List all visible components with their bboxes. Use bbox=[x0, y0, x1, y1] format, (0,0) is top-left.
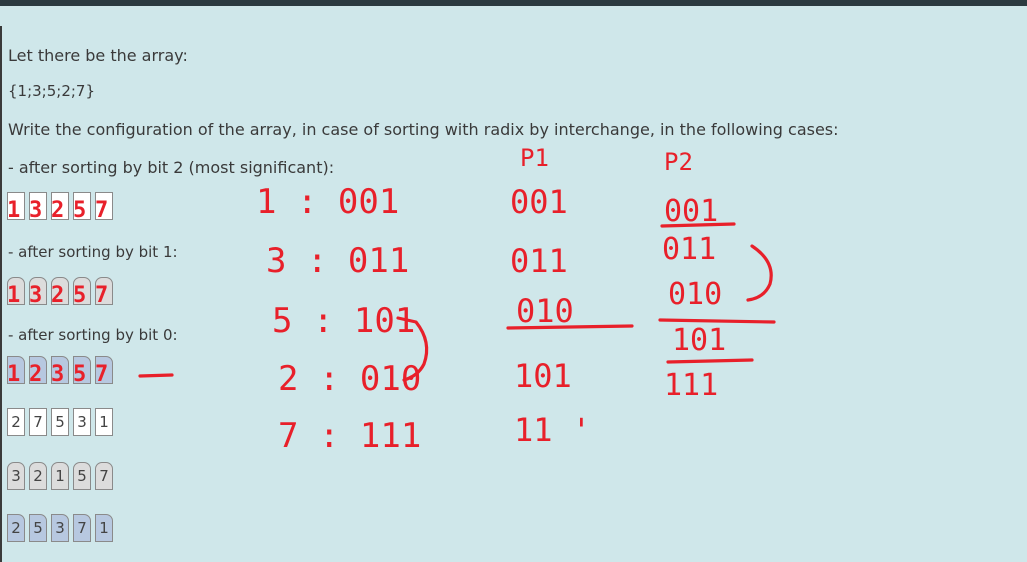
answer-slot[interactable] bbox=[29, 277, 47, 305]
draggable-number[interactable]: 3 bbox=[7, 462, 25, 490]
draggable-row-white: 2 7 5 3 1 bbox=[7, 408, 113, 436]
draggable-number[interactable]: 1 bbox=[95, 514, 113, 542]
draggable-number[interactable]: 5 bbox=[29, 514, 47, 542]
answer-slot[interactable] bbox=[73, 356, 91, 384]
answer-slot[interactable] bbox=[51, 356, 69, 384]
draggable-row-gray: 3 2 1 5 7 bbox=[7, 462, 113, 490]
draggable-number[interactable]: 3 bbox=[51, 514, 69, 542]
answer-slot[interactable] bbox=[95, 277, 113, 305]
question-intro: Let there be the array: bbox=[8, 46, 188, 65]
answer-slots-bit1 bbox=[7, 277, 113, 305]
draggable-number[interactable]: 2 bbox=[29, 462, 47, 490]
draggable-number[interactable]: 3 bbox=[73, 408, 91, 436]
draggable-number[interactable]: 7 bbox=[29, 408, 47, 436]
answer-slot[interactable] bbox=[51, 277, 69, 305]
draggable-number[interactable]: 1 bbox=[95, 408, 113, 436]
draggable-row-blue: 2 5 3 7 1 bbox=[7, 514, 113, 542]
case-bit2-label: - after sorting by bit 2 (most significa… bbox=[8, 158, 335, 177]
answer-slot[interactable] bbox=[51, 192, 69, 220]
draggable-number[interactable]: 2 bbox=[7, 408, 25, 436]
answer-slot[interactable] bbox=[95, 192, 113, 220]
array-text: {1;3;5;2;7} bbox=[8, 82, 96, 100]
case-bit0-label: - after sorting by bit 0: bbox=[8, 326, 178, 344]
case-bit1-label: - after sorting by bit 1: bbox=[8, 243, 178, 261]
answer-slot[interactable] bbox=[7, 192, 25, 220]
answer-slot[interactable] bbox=[7, 277, 25, 305]
window-top-bar bbox=[0, 0, 1027, 6]
answer-slot[interactable] bbox=[29, 192, 47, 220]
answer-slot[interactable] bbox=[73, 192, 91, 220]
draggable-number[interactable]: 2 bbox=[7, 514, 25, 542]
draggable-number[interactable]: 1 bbox=[51, 462, 69, 490]
answer-slot[interactable] bbox=[73, 277, 91, 305]
answer-slot[interactable] bbox=[29, 356, 47, 384]
question-instruction: Write the configuration of the array, in… bbox=[8, 120, 839, 139]
answer-slots-bit0 bbox=[7, 356, 113, 384]
draggable-number[interactable]: 7 bbox=[73, 514, 91, 542]
draggable-number[interactable]: 5 bbox=[51, 408, 69, 436]
answer-slot[interactable] bbox=[95, 356, 113, 384]
answer-slots-bit2 bbox=[7, 192, 113, 220]
draggable-number[interactable]: 5 bbox=[73, 462, 91, 490]
answer-slot[interactable] bbox=[7, 356, 25, 384]
question-panel: Let there be the array: {1;3;5;2;7} Writ… bbox=[0, 26, 1027, 562]
draggable-number[interactable]: 7 bbox=[95, 462, 113, 490]
